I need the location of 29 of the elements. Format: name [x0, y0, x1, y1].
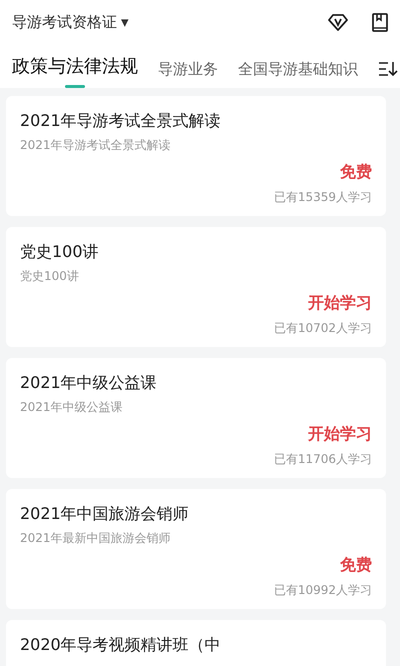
course-subtitle: 2021年导游考试全景式解读: [20, 137, 172, 154]
course-subtitle: 2021年中级公益课: [20, 399, 124, 416]
learner-count: 已有10992人学习: [274, 582, 372, 599]
category-tab[interactable]: 政策与法律法规: [12, 53, 138, 88]
course-title: 2021年导游考试全景式解读: [20, 110, 222, 132]
learner-count: 已有11706人学习: [274, 451, 372, 468]
course-title: 2021年中国旅游会销师: [20, 503, 190, 525]
category-tab[interactable]: 全国导游基础知识: [238, 58, 358, 88]
learner-count: 已有10702人学习: [274, 320, 372, 337]
learner-count: 已有15359人学习: [274, 189, 372, 206]
price-label: 免费: [340, 554, 372, 576]
category-tab[interactable]: 导游业务: [158, 58, 218, 88]
price-label: 开始学习: [308, 292, 372, 314]
course-card[interactable]: 2021年中国旅游会销师 2021年最新中国旅游会销师 免费 已有10992人学习: [6, 489, 386, 609]
course-title: 党史100讲: [20, 241, 100, 263]
course-subtitle: 党史100讲: [20, 268, 80, 285]
book-icon[interactable]: [372, 12, 388, 32]
course-card[interactable]: 2021年中级公益课 2021年中级公益课 开始学习 已有11706人学习: [6, 358, 386, 478]
course-card[interactable]: 2020年导考视频精讲班（中: [6, 620, 386, 666]
course-title: 2021年中级公益课: [20, 372, 158, 394]
sort-icon[interactable]: [378, 60, 398, 77]
course-card[interactable]: 2021年导游考试全景式解读 2021年导游考试全景式解读 免费 已有15359人学习: [6, 96, 386, 216]
course-title: 2020年导考视频精讲班（中: [20, 634, 222, 656]
price-label: 免费: [340, 161, 372, 183]
price-label: 开始学习: [308, 423, 372, 445]
category-dropdown[interactable]: 导游考试资格证 ▾: [12, 10, 129, 34]
course-card[interactable]: 党史100讲 党史100讲 开始学习 已有10702人学习: [6, 227, 386, 347]
course-subtitle: 2021年最新中国旅游会销师: [20, 530, 172, 547]
vip-diamond-icon[interactable]: [328, 13, 348, 31]
